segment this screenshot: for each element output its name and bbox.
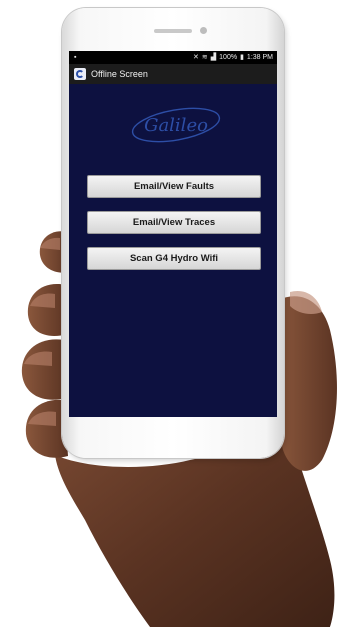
phone-camera: [200, 27, 207, 34]
email-view-faults-button[interactable]: Email/View Faults: [87, 175, 261, 198]
phone-screen: ▪ ✕ ≋ ▟ 100% ▮ 1:38 PM Offline Screen Ga…: [69, 51, 277, 417]
mute-icon: ✕: [193, 54, 199, 61]
app-logo-icon: [74, 68, 86, 80]
status-bar: ▪ ✕ ≋ ▟ 100% ▮ 1:38 PM: [69, 51, 277, 64]
smartphone: ▪ ✕ ≋ ▟ 100% ▮ 1:38 PM Offline Screen Ga…: [62, 8, 284, 458]
scan-g4-hydro-wifi-button[interactable]: Scan G4 Hydro Wifi: [87, 247, 261, 270]
battery-level: 100%: [219, 54, 238, 61]
photo-scene: ▪ ✕ ≋ ▟ 100% ▮ 1:38 PM Offline Screen Ga…: [0, 0, 360, 627]
battery-icon: ▮: [240, 54, 244, 61]
svg-text:Galileo: Galileo: [144, 115, 208, 136]
phone-speaker: [154, 29, 192, 33]
signal-icon: ▟: [210, 54, 217, 61]
status-time: 1:38 PM: [246, 54, 273, 61]
app-bar: Offline Screen: [69, 64, 277, 84]
galileo-logo: Galileo: [131, 107, 221, 143]
email-view-traces-button[interactable]: Email/View Traces: [87, 211, 261, 234]
app-title: Offline Screen: [91, 69, 148, 79]
wifi-icon: ≋: [201, 54, 208, 61]
image-notification-icon: ▪: [74, 54, 77, 61]
